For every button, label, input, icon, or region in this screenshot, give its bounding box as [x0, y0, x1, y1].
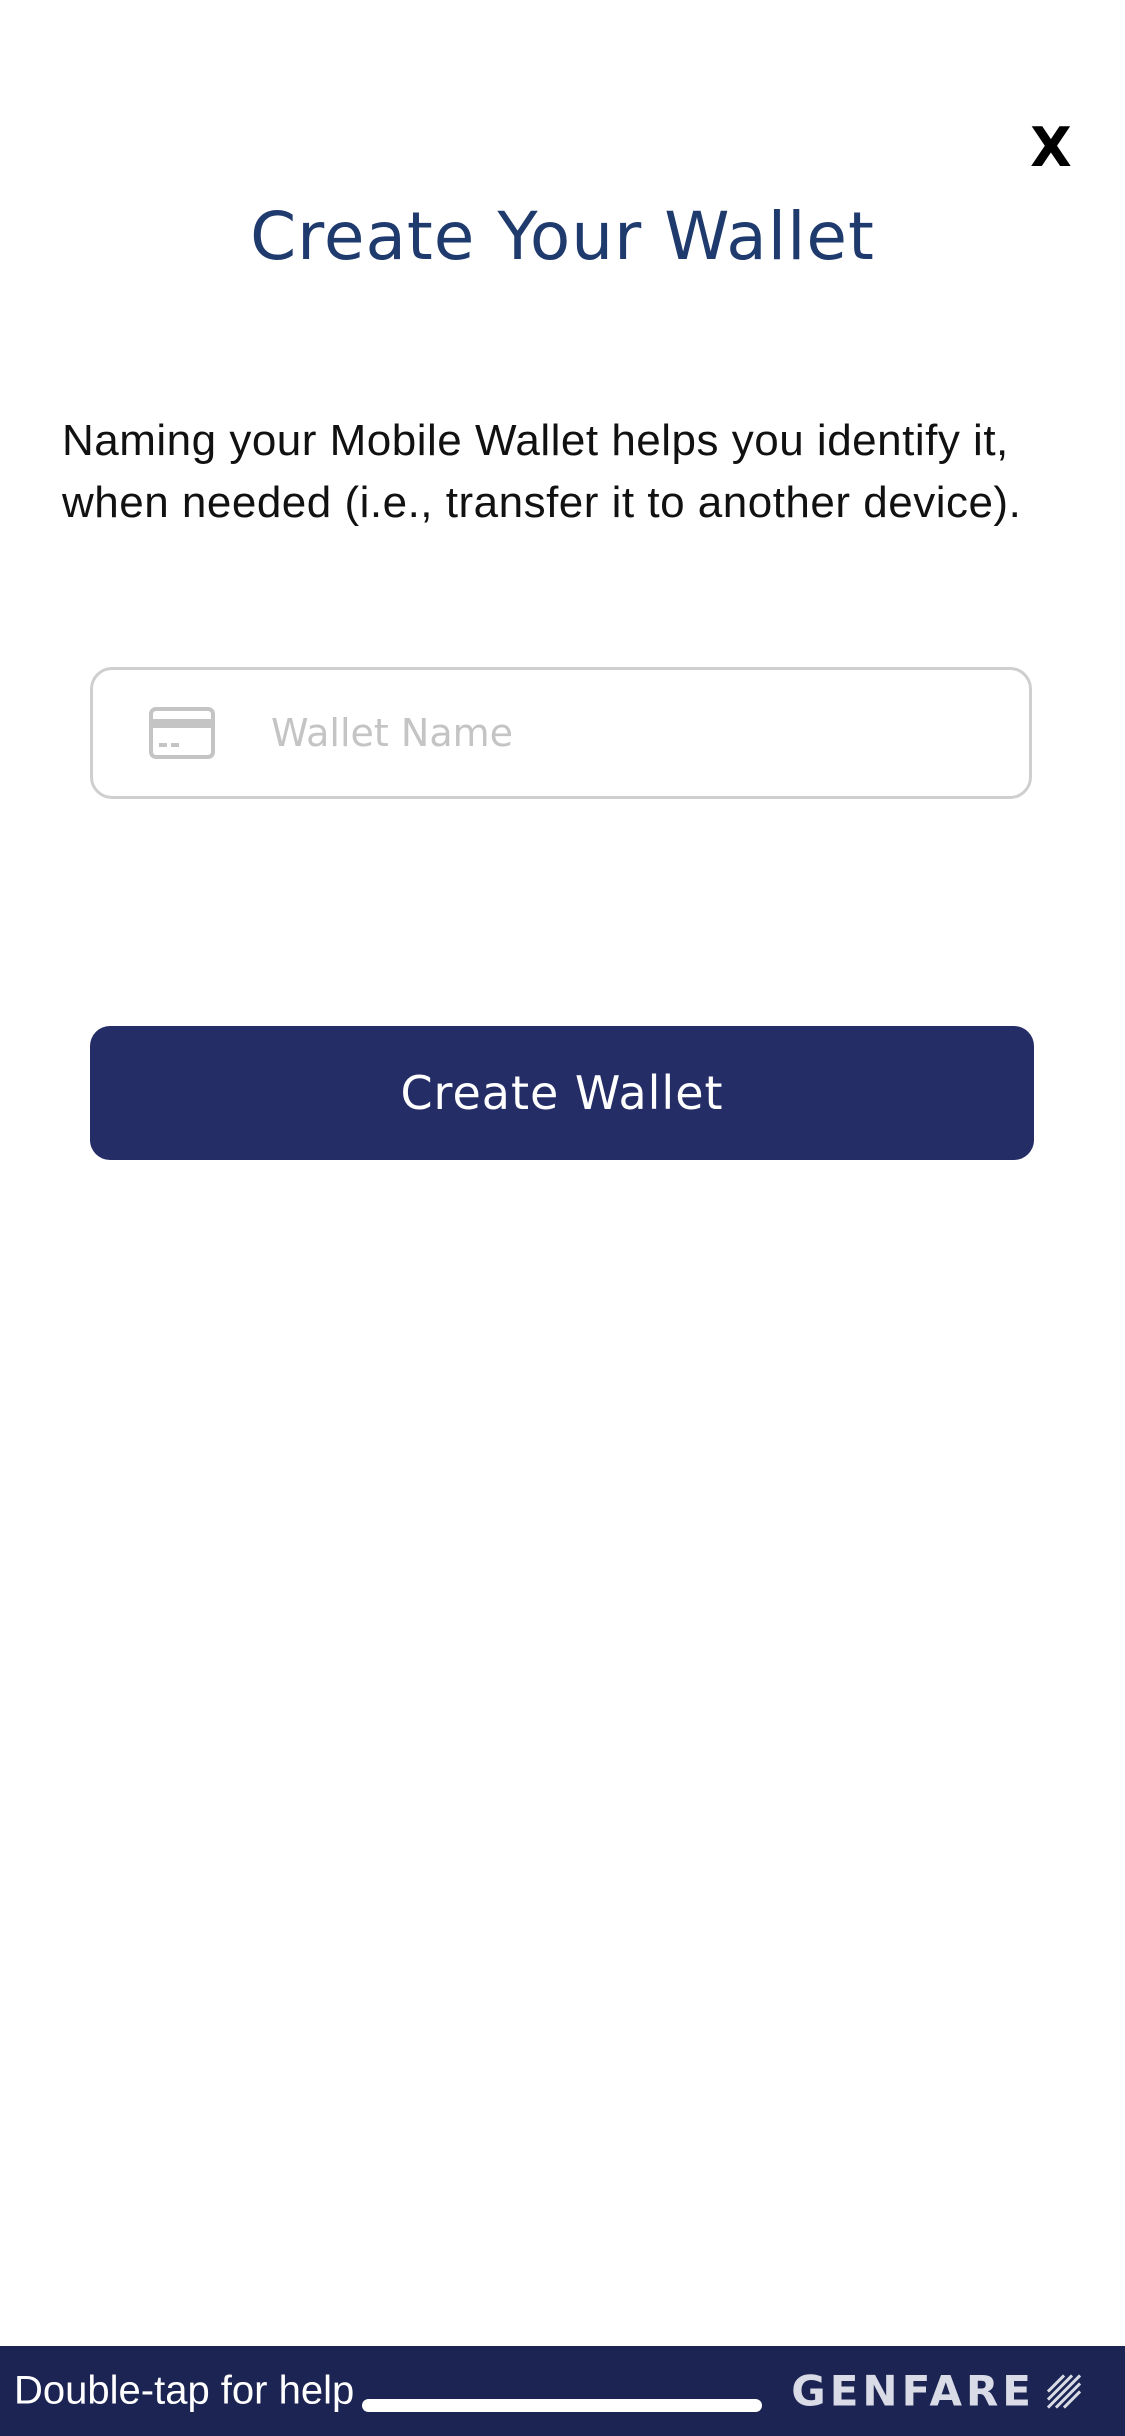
brand: GENFARE	[791, 2367, 1083, 2416]
brand-name: GENFARE	[791, 2366, 1035, 2416]
create-wallet-screen: X Create Your Wallet Naming your Mobile …	[0, 0, 1125, 2436]
wallet-name-input[interactable]	[271, 670, 1029, 796]
help-text: Double-tap for help	[14, 2368, 355, 2413]
wallet-name-description: Naming your Mobile Wallet helps you iden…	[62, 416, 1022, 527]
close-button[interactable]: X	[1021, 112, 1081, 182]
page-title: Create Your Wallet	[250, 198, 875, 275]
credit-card-icon	[149, 707, 215, 759]
help-bar[interactable]: Double-tap for help GENFARE	[0, 2346, 1125, 2436]
wallet-name-field[interactable]	[90, 667, 1032, 799]
home-indicator	[362, 2399, 762, 2412]
genfare-logo-icon	[1046, 2373, 1082, 2409]
create-wallet-button[interactable]: Create Wallet	[90, 1026, 1034, 1160]
